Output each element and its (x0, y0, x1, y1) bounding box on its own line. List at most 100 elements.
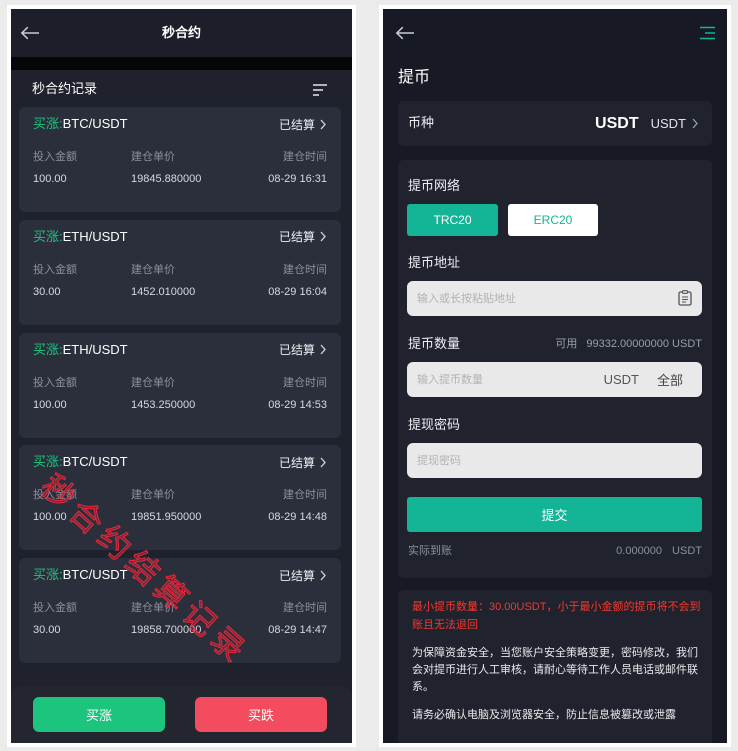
notice-card: 最小提币数量：30.00USDT，小于最小金额的提币将不会到账且无法退回 为保障… (398, 590, 712, 743)
buy-up-button[interactable]: 买涨 (33, 697, 165, 732)
amount-field: USDT 全部 (407, 362, 702, 397)
filter-icon[interactable] (313, 84, 327, 96)
currency-select-label: USDT (650, 116, 686, 131)
available-label: 可用 (555, 338, 578, 350)
arrow-left-icon[interactable] (395, 26, 415, 40)
password-field (407, 443, 702, 478)
price-value: 19851.950000 (131, 511, 202, 524)
time-label: 建仓时间 (283, 151, 327, 163)
network-label: 提币网络 (408, 178, 461, 193)
top-bar: 秒合约 (11, 9, 352, 57)
time-value: 08-29 14:48 (268, 511, 327, 524)
divider (11, 57, 352, 70)
received-value: 0.000000 (616, 545, 663, 557)
time-label: 建仓时间 (283, 263, 327, 276)
time-label: 建仓时间 (283, 602, 327, 614)
chevron-right-icon (320, 119, 326, 129)
password-input[interactable] (407, 443, 702, 478)
received-unit: USDT (672, 545, 702, 557)
record-status-label: 已结算 (278, 455, 315, 470)
notice-paragraph: 请务必确认电脑及浏览器安全，防止信息被篡改或泄露 (412, 709, 676, 721)
record-status[interactable]: 已结算 (279, 342, 326, 358)
address-label: 提币地址 (408, 255, 461, 270)
submit-button[interactable]: 提交 (407, 497, 702, 532)
record-title: 买涨:ETH/USDT (33, 229, 128, 245)
page-title: 提币 (398, 69, 431, 86)
network-option-erc20[interactable]: ERC20 (508, 204, 598, 236)
amount-value: 30.00 (33, 624, 61, 636)
minimum-warning: 最小提币数量：30.00USDT，小于最小金额的提币将不会到账且无法退回 (412, 601, 701, 631)
price-value: 19845.880000 (131, 173, 202, 185)
time-value: 08-29 16:31 (268, 173, 327, 185)
amount-value: 30.00 (33, 285, 61, 298)
currency-selector[interactable]: USDT USDT (595, 101, 698, 146)
chevron-right-icon (320, 570, 326, 580)
record-title: 买涨:BTC/USDT (33, 567, 128, 583)
record-direction: 买涨: (33, 116, 63, 131)
clipboard-icon[interactable] (678, 290, 692, 306)
record-status[interactable]: 已结算 (279, 454, 326, 470)
time-label: 建仓时间 (283, 376, 327, 389)
price-value: 1453.250000 (131, 398, 196, 411)
time-label: 建仓时间 (283, 489, 327, 502)
record-status-label: 已结算 (278, 343, 315, 357)
record-status[interactable]: 已结算 (279, 116, 326, 132)
record-status[interactable]: 已结算 (279, 567, 326, 583)
available-balance: 可用 99332.00000000 USDT (555, 337, 702, 351)
address-field (407, 281, 702, 316)
available-value: 99332.00000000 USDT (586, 338, 702, 350)
time-value: 08-29 14:53 (268, 398, 327, 411)
all-button[interactable]: 全部 (657, 370, 683, 389)
amount-unit: USDT (603, 372, 639, 387)
withdraw-screen: 提币 币种 USDT USDT 提币网络 TRC20 ERC20 提币地址 提币… (379, 5, 731, 747)
chevron-right-icon (692, 118, 698, 129)
price-label: 建仓单价 (131, 376, 175, 389)
record-status-label: 已结算 (278, 117, 315, 132)
contract-records-screen: 秒合约 秒合约记录 买涨:BTC/USDT 已结算 投入金额 建仓单价 建仓时间… (7, 5, 356, 747)
record-card[interactable]: 买涨:BTC/USDT 已结算 投入金额 建仓单价 建仓时间 100.00 19… (19, 107, 341, 212)
price-value: 1452.010000 (131, 285, 196, 298)
menu-icon[interactable] (700, 26, 715, 40)
records-title: 秒合约记录 (32, 81, 98, 96)
currency-value: USDT (595, 114, 639, 132)
record-direction: 买涨: (33, 341, 63, 357)
amount-label: 投入金额 (33, 376, 77, 389)
record-pair: BTC/USDT (62, 454, 128, 470)
amount-label: 投入金额 (33, 602, 77, 614)
time-value: 08-29 16:04 (268, 285, 327, 298)
action-bar: 买涨 买跌 (11, 686, 352, 743)
network-option-trc20[interactable]: TRC20 (407, 204, 498, 236)
amount-label: 投入金额 (33, 151, 77, 163)
notice-paragraph: 为保障资金安全，当您账户安全策略变更，密码修改，我们会对提币进行人工审核，请耐心… (412, 647, 698, 693)
chevron-right-icon (320, 457, 326, 468)
received-label: 实际到账 (408, 545, 452, 557)
page-title: 秒合约 (161, 25, 201, 40)
record-status-label: 已结算 (278, 568, 315, 583)
records-section: 秒合约记录 买涨:BTC/USDT 已结算 投入金额 建仓单价 建仓时间 100… (11, 70, 352, 743)
withdraw-form: 提币网络 TRC20 ERC20 提币地址 提币数量 可用 99332.0000… (398, 160, 712, 578)
chevron-right-icon (320, 231, 326, 242)
record-card[interactable]: 买涨:ETH/USDT 已结算 投入金额 建仓单价 建仓时间 30.00 145… (19, 219, 341, 325)
currency-row[interactable]: 币种 USDT USDT (398, 101, 712, 146)
record-status[interactable]: 已结算 (279, 229, 326, 245)
record-pair: ETH/USDT (62, 341, 128, 357)
record-card[interactable]: 买涨:ETH/USDT 已结算 投入金额 建仓单价 建仓时间 100.00 14… (19, 332, 341, 438)
price-label: 建仓单价 (131, 489, 175, 502)
amount-value: 100.00 (33, 398, 67, 411)
record-title: 买涨:BTC/USDT (33, 116, 128, 132)
amount-actions: USDT 全部 (604, 362, 683, 397)
price-label: 建仓单价 (131, 263, 175, 276)
record-title: 买涨:BTC/USDT (33, 454, 128, 470)
record-direction: 买涨: (33, 567, 63, 582)
address-input[interactable] (407, 281, 702, 316)
chevron-right-icon (320, 344, 326, 355)
record-pair: BTC/USDT (62, 116, 128, 131)
password-label: 提现密码 (408, 417, 461, 432)
currency-label: 币种 (408, 115, 435, 130)
received-amount: 0.000000 USDT (616, 544, 702, 558)
record-title: 买涨:ETH/USDT (33, 342, 128, 358)
price-label: 建仓单价 (131, 151, 175, 163)
buy-down-button[interactable]: 买跌 (195, 697, 327, 732)
amount-value: 100.00 (33, 173, 67, 185)
record-status-label: 已结算 (278, 230, 315, 245)
